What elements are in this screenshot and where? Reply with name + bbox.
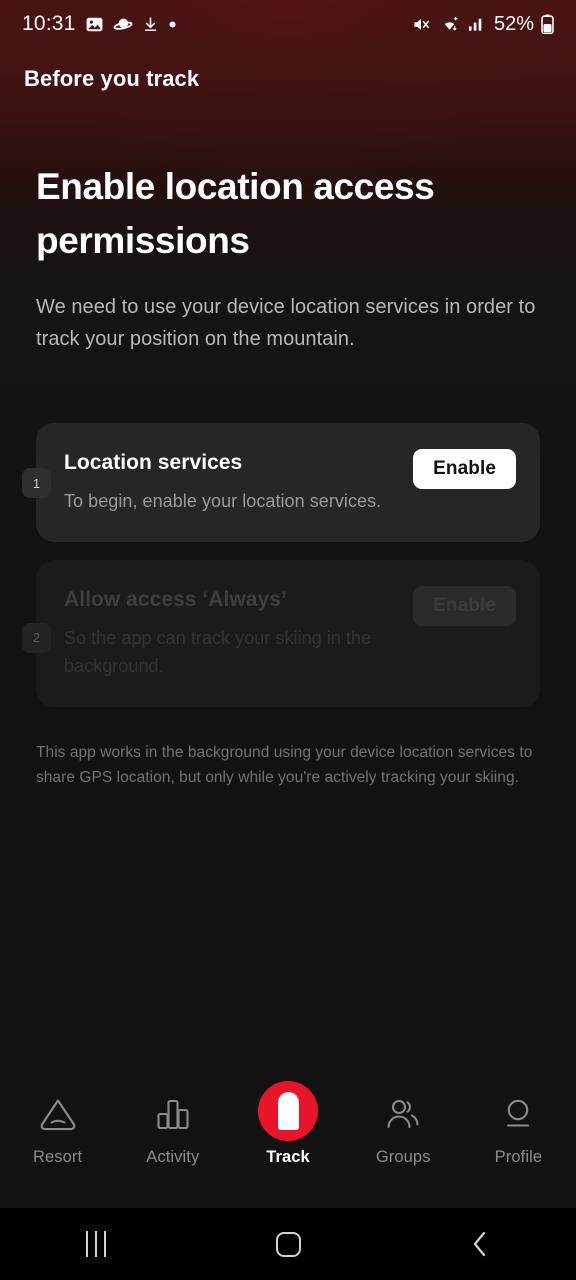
disclaimer-text: This app works in the background using y… (36, 744, 533, 787)
bottom-tab-bar: Resort Activity Track Groups Profile (0, 1078, 576, 1208)
page-title: Before you track (24, 66, 200, 91)
subtext: We need to use your device location serv… (36, 295, 536, 351)
permission-card-allow-always: Allow access ‘Always’ So the app can tra… (36, 559, 540, 707)
tab-resort-label: Resort (33, 1148, 83, 1166)
status-bar: 10:31 52% (0, 0, 576, 48)
signal-icon (467, 15, 485, 33)
track-pin-icon (258, 1081, 318, 1141)
back-icon[interactable] (384, 1208, 576, 1280)
tab-resort[interactable]: Resort (0, 1092, 115, 1167)
tab-activity-label: Activity (146, 1148, 200, 1166)
track-pin-shape (277, 1092, 299, 1130)
headline: Enable location access permissions (36, 166, 435, 262)
android-nav-bar (0, 1208, 576, 1280)
dot-icon (168, 20, 177, 29)
battery-icon (541, 14, 554, 34)
people-icon (383, 1092, 423, 1136)
tab-groups[interactable]: Groups (346, 1092, 461, 1167)
intro-section: Enable location access permissions We ne… (0, 160, 576, 356)
permission-card-1-title: Location services (64, 451, 243, 474)
wifi-icon (439, 15, 460, 34)
enable-location-services-button[interactable]: Enable (413, 449, 516, 489)
permission-card-1-description: To begin, enable your location services. (64, 491, 382, 511)
permission-card-1-wrap: Location services To begin, enable your … (0, 423, 576, 542)
tab-profile[interactable]: Profile (461, 1092, 576, 1167)
permission-card-2-texts: Allow access ‘Always’ So the app can tra… (64, 588, 413, 681)
permission-card-2-title: Allow access ‘Always’ (64, 587, 287, 611)
tab-groups-label: Groups (375, 1148, 431, 1166)
permission-card-2-description: So the app can track your skiing in the … (64, 627, 372, 676)
download-icon (142, 15, 159, 34)
image-icon (85, 15, 104, 34)
app-screen: 10:31 52% Before you track Enable locati… (0, 0, 576, 1280)
permission-cards: Location services To begin, enable your … (0, 423, 576, 707)
mute-icon (411, 15, 432, 34)
status-bar-right: 52% (411, 13, 554, 36)
permission-card-location-services[interactable]: Location services To begin, enable your … (36, 423, 540, 542)
step-badge-2: 2 (22, 622, 51, 653)
home-icon[interactable] (192, 1208, 384, 1280)
enable-allow-always-button: Enable (413, 585, 516, 626)
permission-card-2-wrap: Allow access ‘Always’ So the app can tra… (0, 559, 576, 707)
status-bar-left: 10:31 (22, 12, 177, 36)
planet-icon (113, 15, 133, 34)
tab-track-label: Track (266, 1148, 310, 1166)
status-bar-clock: 10:31 (22, 12, 76, 35)
step-badge-1: 1 (22, 468, 51, 498)
battery-percent-label: 52% (493, 12, 534, 35)
permission-card-1-texts: Location services To begin, enable your … (64, 451, 413, 516)
track-circle (258, 1081, 318, 1141)
bar-chart-icon (154, 1092, 192, 1136)
tab-activity[interactable]: Activity (115, 1092, 230, 1167)
tab-track[interactable]: Track (230, 1081, 345, 1167)
tab-profile-label: Profile (494, 1148, 543, 1166)
person-circle-icon (499, 1092, 537, 1136)
mountain-triangle-icon (37, 1092, 79, 1136)
recents-icon[interactable] (0, 1208, 192, 1280)
